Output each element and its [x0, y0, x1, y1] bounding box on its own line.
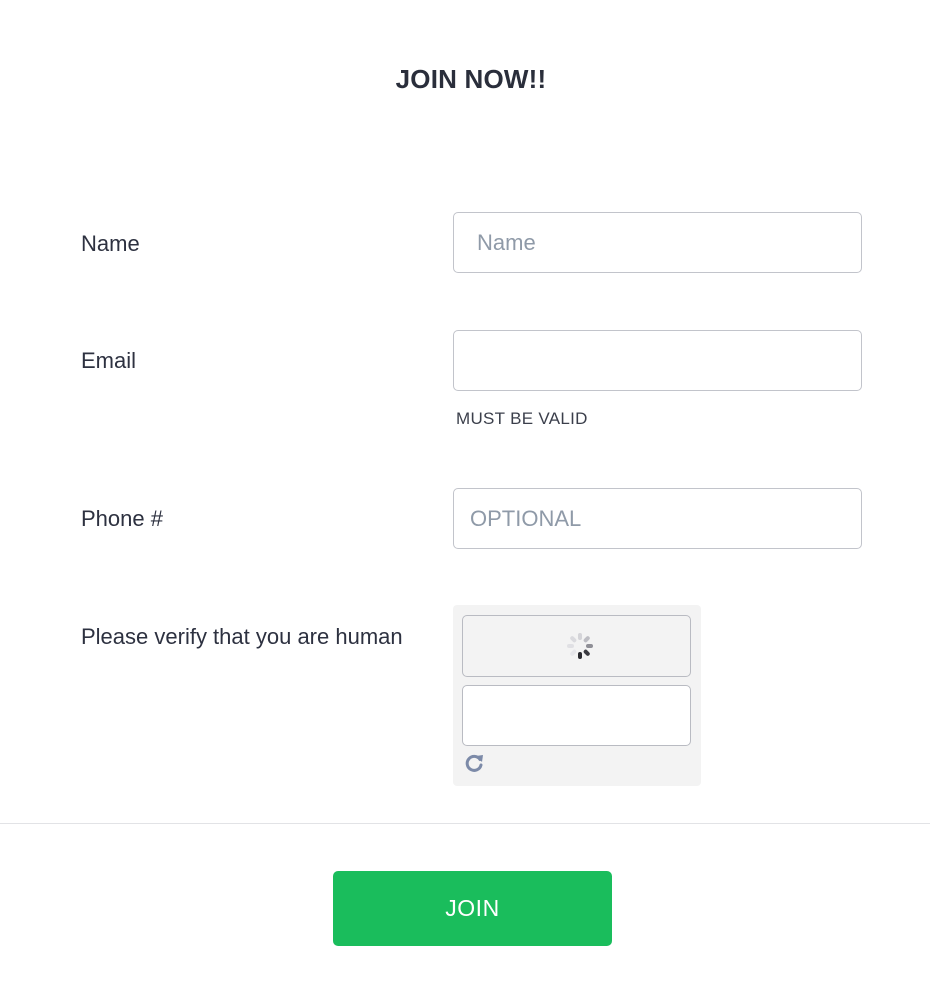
- email-label: Email: [81, 348, 137, 373]
- refresh-icon[interactable]: [463, 752, 485, 774]
- captcha-answer-input[interactable]: [462, 685, 691, 746]
- join-form-dialog: JOIN NOW!! Name Email MUST BE VALID Phon…: [0, 0, 930, 1007]
- join-button[interactable]: JOIN: [333, 871, 612, 946]
- footer-divider: [0, 823, 930, 824]
- captcha-label: Please verify that you are human: [81, 624, 403, 649]
- phone-input[interactable]: [453, 488, 862, 549]
- form-title: JOIN NOW!!: [395, 64, 547, 94]
- name-input[interactable]: [453, 212, 862, 273]
- phone-label: Phone #: [81, 506, 163, 531]
- captcha-widget: [453, 605, 701, 786]
- email-hint: MUST BE VALID: [456, 409, 588, 428]
- email-input[interactable]: [453, 330, 862, 391]
- captcha-image: [462, 615, 691, 677]
- name-label: Name: [81, 231, 140, 256]
- loading-spinner-icon: [567, 633, 593, 659]
